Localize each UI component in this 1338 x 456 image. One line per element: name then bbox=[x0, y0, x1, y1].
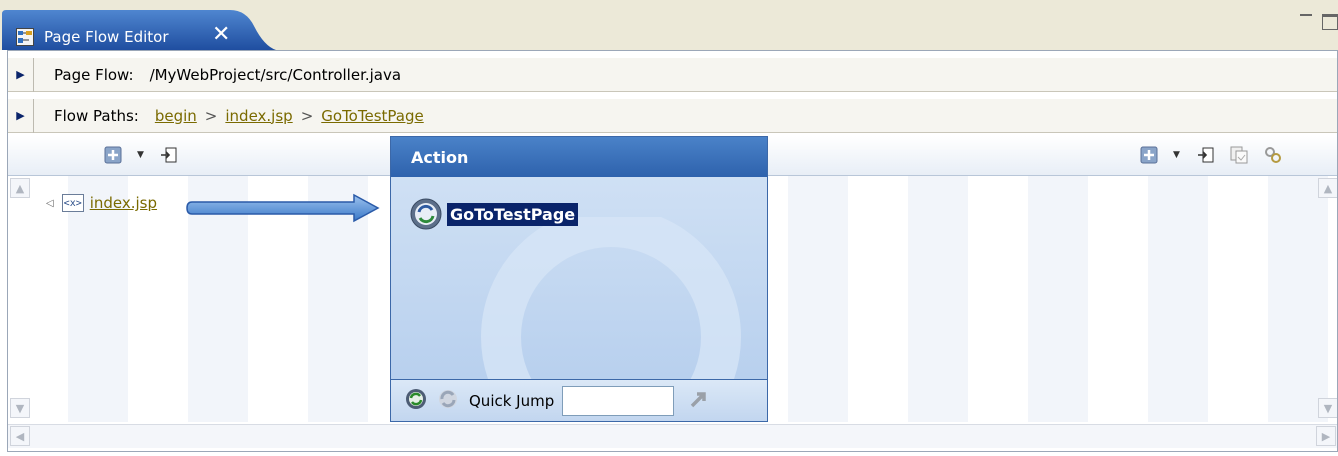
quick-jump-input[interactable] bbox=[562, 385, 675, 416]
jump-icon[interactable] bbox=[1197, 146, 1215, 164]
new-node-icon[interactable] bbox=[104, 146, 122, 164]
action-item-gototestpage[interactable]: GoToTestPage bbox=[409, 197, 579, 231]
breadcrumb-begin[interactable]: begin bbox=[155, 107, 197, 125]
breadcrumb-index-jsp[interactable]: index.jsp bbox=[225, 107, 292, 125]
minimize-icon[interactable] bbox=[1300, 14, 1312, 22]
close-icon[interactable]: ✕ bbox=[212, 24, 230, 46]
scroll-right-icon[interactable]: ▶ bbox=[1316, 426, 1336, 446]
horizontal-scrollbar[interactable]: ◀ ▶ bbox=[8, 424, 1338, 448]
page-flow-row: ▶ Page Flow: /MyWebProject/src/Controlle… bbox=[8, 57, 1338, 92]
collapse-triangle-icon[interactable]: ◁ bbox=[46, 198, 54, 209]
go-arrow-icon[interactable] bbox=[688, 388, 710, 414]
tab-strip: Page Flow Editor ✕ bbox=[0, 0, 1338, 50]
quick-jump-label: Quick Jump bbox=[469, 391, 555, 410]
action-panel: Action GoToTestPage Quick Jump bbox=[390, 136, 768, 422]
page-node-label[interactable]: index.jsp bbox=[90, 194, 157, 212]
page-flow-label: Page Flow: bbox=[54, 65, 134, 84]
action-watermark-icon bbox=[481, 217, 741, 379]
breadcrumb-separator: > bbox=[300, 106, 314, 125]
action-footer: Quick Jump bbox=[391, 379, 767, 421]
right-scrollbar[interactable]: ▲ ▼ bbox=[1318, 176, 1338, 422]
scroll-up-icon[interactable]: ▲ bbox=[1318, 178, 1338, 198]
expand-flow-paths-icon[interactable]: ▶ bbox=[8, 98, 34, 133]
scroll-down-icon[interactable]: ▼ bbox=[10, 398, 30, 418]
dropdown-caret-icon[interactable]: ▼ bbox=[137, 150, 144, 160]
tab-page-flow-editor[interactable]: Page Flow Editor ✕ bbox=[2, 6, 276, 50]
action-name[interactable]: GoToTestPage bbox=[447, 202, 579, 226]
link-icon[interactable] bbox=[1264, 146, 1282, 164]
scroll-left-icon[interactable]: ◀ bbox=[10, 426, 30, 446]
scroll-down-icon[interactable]: ▼ bbox=[1318, 398, 1338, 418]
dropdown-caret-icon[interactable]: ▼ bbox=[1173, 150, 1180, 160]
new-node-icon[interactable] bbox=[1140, 146, 1158, 164]
page-flow-editor-icon bbox=[16, 28, 34, 46]
jump-icon[interactable] bbox=[160, 146, 178, 164]
flow-paths-label: Flow Paths: bbox=[54, 106, 139, 125]
breadcrumb-gototestpage[interactable]: GoToTestPage bbox=[321, 107, 423, 125]
copy-icon[interactable] bbox=[1230, 146, 1248, 164]
disabled-action-icon bbox=[437, 388, 459, 414]
expand-page-flow-icon[interactable]: ▶ bbox=[8, 57, 34, 92]
breadcrumb: begin > index.jsp > GoToTestPage bbox=[155, 107, 424, 125]
tab-title: Page Flow Editor bbox=[44, 28, 169, 46]
scroll-up-icon[interactable]: ▲ bbox=[10, 178, 30, 198]
action-list: GoToTestPage bbox=[391, 177, 767, 379]
breadcrumb-separator: > bbox=[204, 106, 218, 125]
jsp-file-icon: <x> bbox=[61, 194, 84, 212]
page-node-index-jsp[interactable]: ◁ <x> index.jsp bbox=[46, 194, 157, 212]
page-flow-path: /MyWebProject/src/Controller.java bbox=[149, 65, 402, 84]
maximize-icon[interactable] bbox=[1322, 14, 1338, 30]
refresh-action-icon[interactable] bbox=[405, 388, 427, 414]
flow-paths-row: ▶ Flow Paths: begin > index.jsp > GoToTestPa… bbox=[8, 98, 1338, 133]
left-scrollbar[interactable]: ▲ ▼ bbox=[10, 176, 36, 422]
action-panel-header: Action bbox=[391, 137, 767, 177]
action-icon bbox=[409, 197, 443, 231]
flow-arrow-icon bbox=[186, 193, 380, 223]
